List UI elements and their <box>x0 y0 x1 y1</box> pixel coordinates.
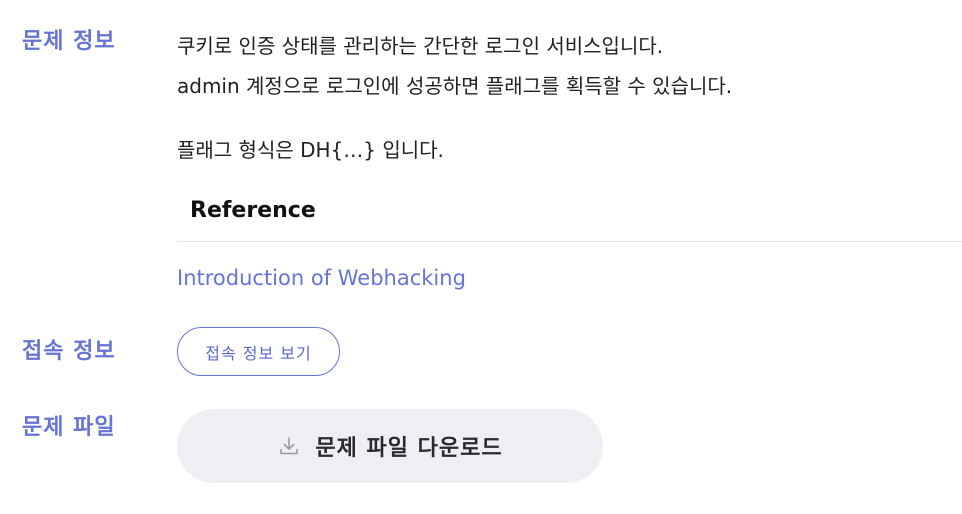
flag-format-text: 플래그 형식은 DH{…} 입니다. <box>177 138 444 162</box>
problem-info-label: 문제 정보 <box>22 29 116 54</box>
flag-format: 플래그 형식은 DH{…} 입니다. <box>177 130 962 170</box>
connection-info-label: 접속 정보 <box>22 339 116 364</box>
problem-description: 쿠키로 인증 상태를 관리하는 간단한 로그인 서비스입니다. admin 계정… <box>177 26 962 106</box>
view-connection-info-button[interactable]: 접속 정보 보기 <box>177 327 340 376</box>
description-line-2: admin 계정으로 로그인에 성공하면 플래그를 획득할 수 있습니다. <box>177 74 733 98</box>
download-icon <box>277 434 301 458</box>
download-problem-file-button[interactable]: 문제 파일 다운로드 <box>177 409 603 483</box>
view-connection-info-button-label: 접속 정보 보기 <box>205 343 312 363</box>
download-problem-file-label: 문제 파일 다운로드 <box>315 436 503 461</box>
description-line-1: 쿠키로 인증 상태를 관리하는 간단한 로그인 서비스입니다. <box>177 34 664 58</box>
reference-heading: Reference <box>190 198 316 223</box>
reference-divider <box>177 241 962 242</box>
problem-file-label: 문제 파일 <box>22 415 116 440</box>
reference-link[interactable]: Introduction of Webhacking <box>177 266 466 290</box>
